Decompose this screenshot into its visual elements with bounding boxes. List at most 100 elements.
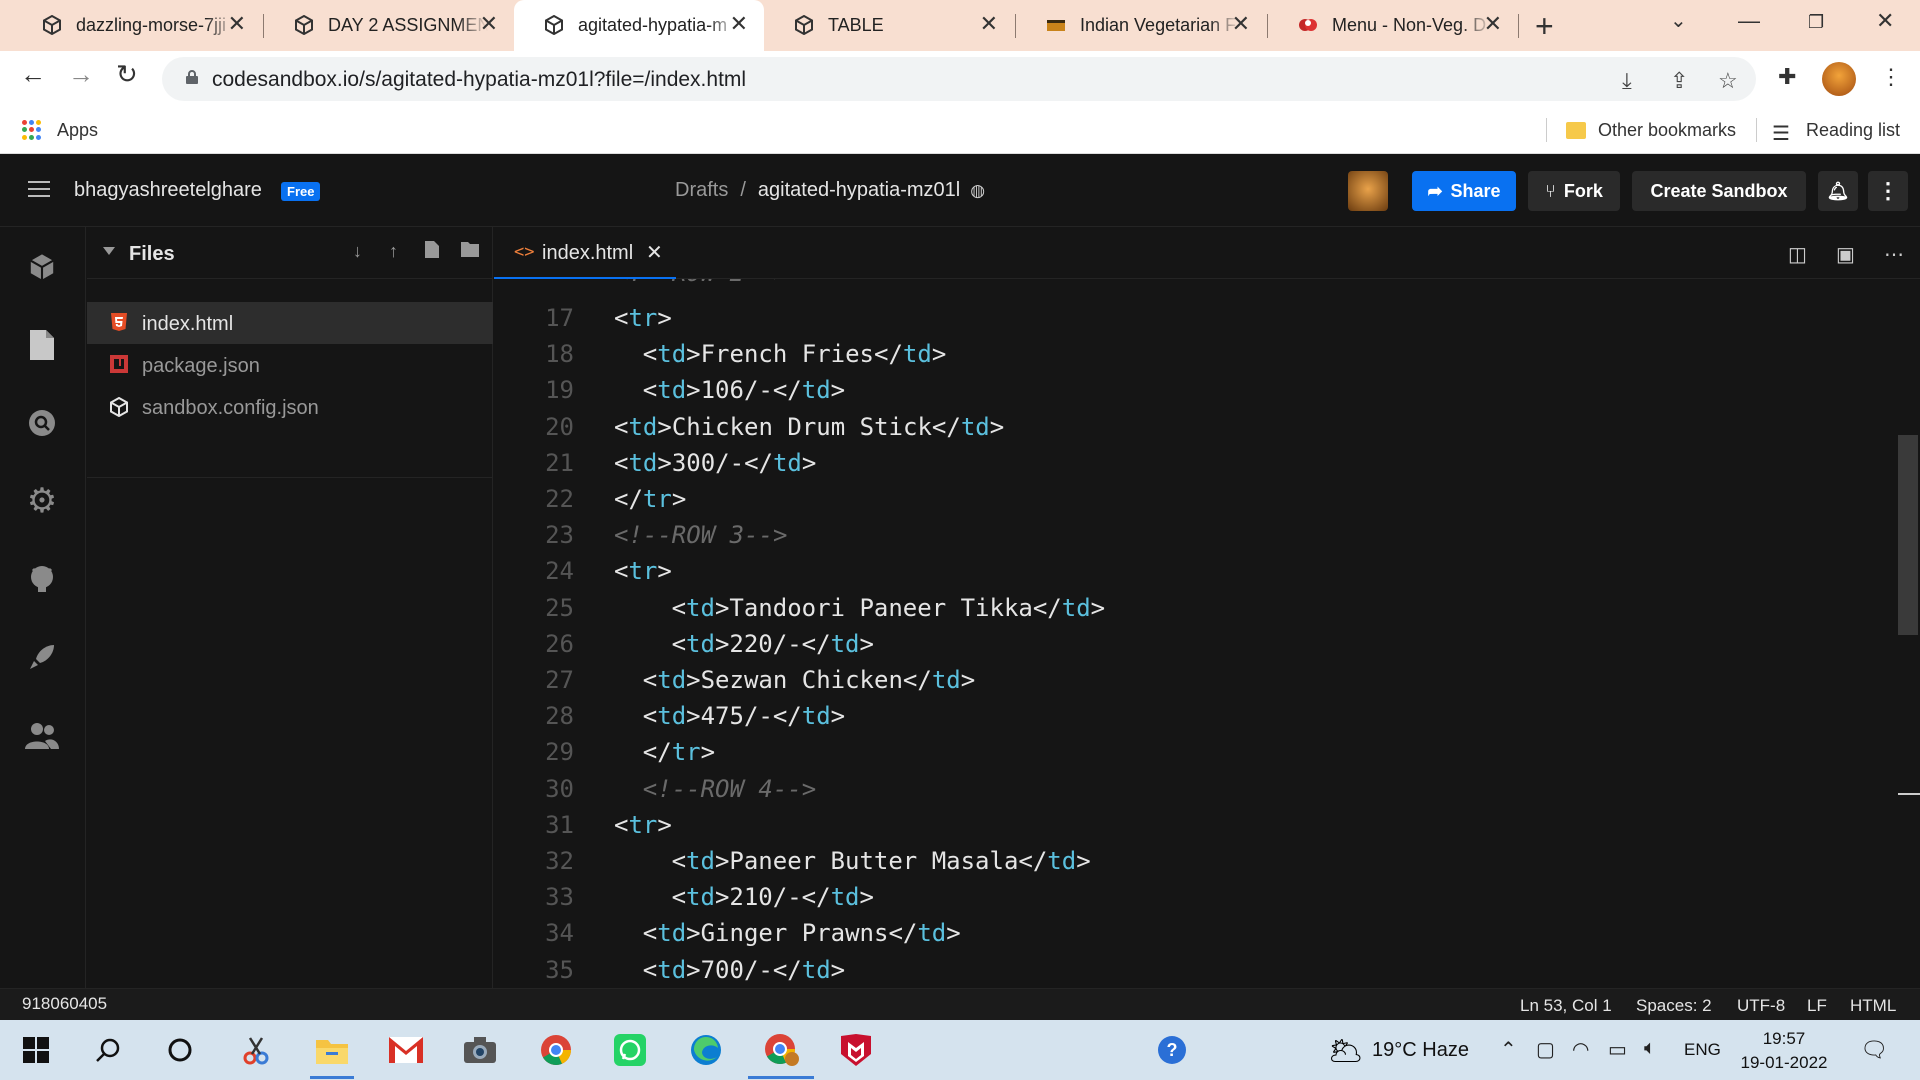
input-language[interactable]: ENG xyxy=(1684,1040,1721,1060)
code-line[interactable]: <td>French Fries</td> xyxy=(643,340,946,368)
snipping-tool-icon[interactable] xyxy=(234,1030,278,1070)
close-tab-icon[interactable]: ✕ xyxy=(480,11,498,37)
code-line[interactable]: <td>106/-</td> xyxy=(643,376,845,404)
browser-tab[interactable]: Menu - Non-Veg. D ✕ xyxy=(1268,0,1518,51)
close-tab-icon[interactable]: ✕ xyxy=(1484,11,1502,37)
live-collaboration-icon[interactable] xyxy=(22,715,62,755)
weather-haze-icon[interactable]: 🌥 xyxy=(1328,1034,1364,1067)
browser-tab[interactable]: TABLE ✕ xyxy=(764,0,1014,51)
code-line[interactable]: <tr> xyxy=(614,557,672,585)
windows-start-icon[interactable] xyxy=(14,1030,58,1070)
browser-tab[interactable]: DAY 2 ASSIGNMEN ✕ xyxy=(264,0,514,51)
upload-icon[interactable]: ↑ xyxy=(389,241,398,262)
mcafee-icon[interactable] xyxy=(834,1030,878,1070)
file-explorer-icon[interactable] xyxy=(310,1030,354,1070)
editor-tab-index-html[interactable]: <> index.html ✕ xyxy=(494,227,676,279)
code-line[interactable]: <td>Paneer Butter Masala</td> xyxy=(672,847,1091,875)
close-tab-icon[interactable]: ✕ xyxy=(1232,11,1250,37)
editor-scrollbar-thumb[interactable] xyxy=(1898,435,1918,635)
notifications-bell-icon[interactable]: 🔔︎ xyxy=(1818,171,1858,211)
sandbox-name[interactable]: agitated-hypatia-mz01l xyxy=(758,179,960,201)
download-icon[interactable]: ↓ xyxy=(353,241,362,262)
reading-list[interactable]: Reading list xyxy=(1806,120,1900,141)
cortana-icon[interactable] xyxy=(158,1030,202,1070)
url-text[interactable]: codesandbox.io/s/agitated-hypatia-mz01l?… xyxy=(212,68,746,92)
whatsapp-icon[interactable] xyxy=(608,1030,652,1070)
code-line[interactable]: <td>220/-</td> xyxy=(672,630,874,658)
extensions-icon[interactable]: ✚ xyxy=(1778,64,1796,90)
more-options-icon[interactable]: ⋮ xyxy=(1868,171,1908,211)
menu-icon[interactable] xyxy=(28,181,50,197)
wifi-icon[interactable]: ◠ xyxy=(1572,1037,1589,1062)
file-item-index-html[interactable]: index.html xyxy=(87,302,493,344)
code-line[interactable]: <td>210/-</td> xyxy=(672,883,874,911)
taskbar-search-icon[interactable] xyxy=(86,1030,130,1070)
meet-now-icon[interactable]: ▢ xyxy=(1536,1037,1555,1062)
minimize-icon[interactable]: — xyxy=(1738,8,1760,34)
share-button[interactable]: ➦ Share xyxy=(1412,171,1516,211)
reload-icon[interactable]: ↻ xyxy=(116,59,138,90)
help-icon[interactable]: ? xyxy=(1150,1030,1194,1070)
browser-tab[interactable]: dazzling-morse-7jji ✕ xyxy=(12,0,262,51)
deploy-rocket-icon[interactable] xyxy=(22,637,62,677)
code-line[interactable]: <td>700/-</td> xyxy=(643,956,845,984)
code-line[interactable]: <!--ROW 4--> xyxy=(643,775,816,803)
create-sandbox-button[interactable]: Create Sandbox xyxy=(1632,171,1806,211)
share-page-icon[interactable]: ⇪ xyxy=(1670,68,1688,94)
settings-gear-icon[interactable]: ⚙ xyxy=(22,481,62,521)
chrome-icon[interactable] xyxy=(534,1030,578,1070)
tab-search-icon[interactable]: ⌄ xyxy=(1670,8,1687,33)
code-line[interactable]: <td>300/-</td> xyxy=(614,449,816,477)
close-tab-icon[interactable]: ✕ xyxy=(980,11,998,37)
file-encoding[interactable]: UTF-8 xyxy=(1737,996,1785,1016)
line-ending[interactable]: LF xyxy=(1807,996,1827,1016)
install-app-icon[interactable]: ⤓ xyxy=(1622,68,1632,94)
code-line[interactable]: <tr> xyxy=(614,811,672,839)
bookmark-star-icon[interactable]: ☆ xyxy=(1718,68,1738,94)
close-window-icon[interactable]: ✕ xyxy=(1876,8,1894,34)
fork-button[interactable]: ⑂ Fork xyxy=(1528,171,1620,211)
address-bar[interactable]: codesandbox.io/s/agitated-hypatia-mz01l?… xyxy=(162,57,1756,101)
notifications-icon[interactable]: 🗨 xyxy=(1860,1037,1888,1063)
restore-icon[interactable]: ❐ xyxy=(1808,12,1824,33)
code-line[interactable]: <td>Ginger Prawns</td> xyxy=(643,919,961,947)
explorer-title[interactable]: Files xyxy=(129,243,175,266)
preview-icon[interactable]: ▣ xyxy=(1836,242,1855,267)
forward-icon[interactable]: → xyxy=(68,59,94,90)
language-mode[interactable]: HTML xyxy=(1850,996,1896,1016)
sandbox-info-icon[interactable] xyxy=(22,247,62,287)
file-item-package-json[interactable]: package.json xyxy=(87,344,493,386)
code-line[interactable]: </tr> xyxy=(643,738,715,766)
indent-spaces[interactable]: Spaces: 2 xyxy=(1636,996,1712,1016)
new-folder-icon[interactable] xyxy=(461,241,479,262)
new-tab-button[interactable]: + xyxy=(1535,8,1554,45)
new-file-icon[interactable] xyxy=(425,241,439,263)
user-avatar[interactable] xyxy=(1348,171,1388,211)
edge-icon[interactable] xyxy=(684,1030,728,1070)
camera-icon[interactable] xyxy=(458,1030,502,1070)
code-line[interactable]: <td>Chicken Drum Stick</td> xyxy=(614,413,1004,441)
browser-menu-icon[interactable]: ⋮ xyxy=(1880,64,1902,90)
volume-icon[interactable]: 🔈︎ xyxy=(1644,1037,1656,1060)
system-clock[interactable]: 19:57 19-01-2022 xyxy=(1734,1027,1834,1075)
profile-avatar[interactable] xyxy=(1822,62,1856,96)
explorer-file-icon[interactable] xyxy=(22,325,62,365)
split-view-icon[interactable]: ◫ xyxy=(1788,242,1807,267)
code-line[interactable]: <td>Sezwan Chicken</td> xyxy=(643,666,975,694)
close-tab-icon[interactable]: ✕ xyxy=(730,11,748,37)
search-icon[interactable] xyxy=(22,403,62,443)
show-hidden-icons-chevron-icon[interactable]: ⌃ xyxy=(1500,1037,1517,1062)
collapse-chevron-icon[interactable] xyxy=(103,247,115,255)
code-area[interactable]: <!--ROW 2--> 17<tr>18<td>French Fries</t… xyxy=(494,279,1894,988)
code-line[interactable]: <td>475/-</td> xyxy=(643,702,845,730)
code-line[interactable]: </tr> xyxy=(614,485,686,513)
code-line[interactable]: <!--ROW 3--> xyxy=(614,521,787,549)
github-icon[interactable] xyxy=(22,559,62,599)
weather-readout[interactable]: 19°C Haze xyxy=(1372,1039,1469,1062)
battery-icon[interactable]: ▭ xyxy=(1608,1037,1627,1062)
gmail-icon[interactable] xyxy=(384,1030,428,1070)
apps-bookmark[interactable]: Apps xyxy=(57,120,98,141)
code-line[interactable]: <tr> xyxy=(614,304,672,332)
breadcrumb-drafts[interactable]: Drafts xyxy=(675,179,728,201)
apps-grid-icon[interactable] xyxy=(22,120,42,140)
